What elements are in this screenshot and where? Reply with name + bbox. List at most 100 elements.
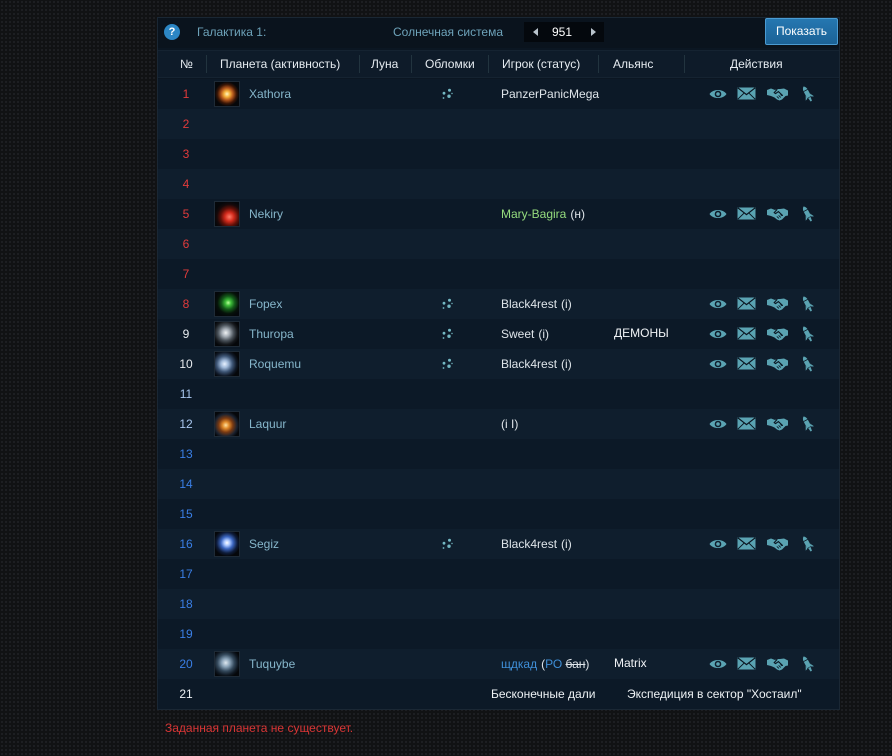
missile-icon[interactable]	[801, 535, 814, 553]
position-number: 3	[182, 147, 190, 161]
planet-thumbnail[interactable]	[214, 201, 240, 227]
handshake-icon[interactable]	[767, 537, 788, 551]
missile-icon[interactable]	[801, 355, 814, 373]
show-button[interactable]: Показать	[765, 18, 838, 45]
envelope-icon[interactable]	[737, 537, 756, 550]
planet-name[interactable]: Roquemu	[249, 349, 301, 379]
player-status: )	[585, 657, 590, 671]
player-cell: PanzerPanicMega	[501, 79, 603, 109]
player-status: (i)	[561, 357, 572, 371]
column-separator	[488, 55, 489, 73]
position-number: 8	[182, 297, 190, 311]
handshake-icon[interactable]	[767, 327, 788, 341]
planet-thumbnail[interactable]	[214, 531, 240, 557]
column-separator	[359, 55, 360, 73]
planet-thumbnail[interactable]	[214, 411, 240, 437]
envelope-icon[interactable]	[737, 417, 756, 430]
handshake-icon[interactable]	[767, 657, 788, 671]
planet-name[interactable]: Nekiry	[249, 199, 283, 229]
eye-icon[interactable]	[709, 208, 727, 220]
galaxy-toolbar: Галактика 1: Солнечная система 951 Показ…	[158, 18, 839, 48]
galaxy-row: 3	[158, 139, 839, 169]
envelope-icon[interactable]	[737, 327, 756, 340]
player-name[interactable]: Black4rest	[501, 297, 557, 311]
player-name[interactable]: Mary-Bagira	[501, 207, 566, 221]
planet-name[interactable]: Tuquybe	[249, 649, 295, 679]
position-number: 7	[182, 267, 190, 281]
handshake-icon[interactable]	[767, 207, 788, 221]
missile-icon[interactable]	[801, 415, 814, 433]
debris-icon[interactable]	[441, 88, 453, 100]
missile-icon[interactable]	[801, 205, 814, 223]
eye-icon[interactable]	[709, 298, 727, 310]
player-cell: Black4rest (i)	[501, 529, 572, 559]
debris-icon[interactable]	[441, 298, 453, 310]
eye-icon[interactable]	[709, 658, 727, 670]
player-name[interactable]: щдкад	[501, 657, 537, 671]
triangle-right-icon[interactable]	[591, 28, 596, 36]
system-number-input[interactable]: 951	[552, 22, 572, 42]
system-selector[interactable]: 951	[524, 22, 604, 42]
galaxy-row: 13	[158, 439, 839, 469]
player-status: РО	[545, 657, 566, 671]
planet-thumbnail[interactable]	[214, 351, 240, 377]
position-number: 14	[179, 477, 193, 491]
handshake-icon[interactable]	[767, 357, 788, 371]
column-separator	[411, 55, 412, 73]
envelope-icon[interactable]	[737, 297, 756, 310]
eye-icon[interactable]	[709, 328, 727, 340]
eye-icon[interactable]	[709, 358, 727, 370]
expedition-name: Бесконечные дали	[491, 687, 596, 701]
debris-icon[interactable]	[441, 538, 453, 550]
position-number: 18	[179, 597, 193, 611]
planet-name[interactable]: Fopex	[249, 289, 282, 319]
planet-thumbnail[interactable]	[214, 81, 240, 107]
error-message: Заданная планета не существует.	[165, 721, 354, 735]
eye-icon[interactable]	[709, 538, 727, 550]
envelope-icon[interactable]	[737, 657, 756, 670]
planet-name[interactable]: Segiz	[249, 529, 279, 559]
player-status: (i)	[561, 537, 572, 551]
missile-icon[interactable]	[801, 655, 814, 673]
planet-thumbnail[interactable]	[214, 321, 240, 347]
column-player: Игрок (статус)	[502, 57, 581, 71]
planet-name[interactable]: Thuropa	[249, 319, 294, 349]
expedition-row: 21 Бесконечные дали Экспедиция в сектор …	[158, 679, 839, 709]
planet-name[interactable]: Laquur	[249, 409, 286, 439]
expedition-mission-link[interactable]: Экспедиция в сектор "Хостаил"	[627, 679, 802, 709]
eye-icon[interactable]	[709, 418, 727, 430]
player-cell: (i I)	[501, 409, 518, 439]
debris-icon[interactable]	[441, 328, 453, 340]
system-label: Солнечная система	[393, 25, 504, 39]
debris-icon[interactable]	[441, 358, 453, 370]
handshake-icon[interactable]	[767, 417, 788, 431]
alliance-name[interactable]: ДЕМОНЫ	[614, 318, 669, 348]
player-name[interactable]: Black4rest	[501, 537, 557, 551]
galaxy-row: 14	[158, 469, 839, 499]
player-name[interactable]: PanzerPanicMega	[501, 87, 599, 101]
planet-thumbnail[interactable]	[214, 291, 240, 317]
planet-thumbnail[interactable]	[214, 651, 240, 677]
handshake-icon[interactable]	[767, 297, 788, 311]
galaxy-row: 6	[158, 229, 839, 259]
planet-name[interactable]: Xathora	[249, 79, 291, 109]
envelope-icon[interactable]	[737, 87, 756, 100]
missile-icon[interactable]	[801, 85, 814, 103]
galaxy-row: 16 Segiz Black4rest (i)	[158, 529, 839, 559]
missile-icon[interactable]	[801, 295, 814, 313]
galaxy-row: 12 Laquur (i I)	[158, 409, 839, 439]
column-actions: Действия	[730, 57, 783, 71]
missile-icon[interactable]	[801, 325, 814, 343]
envelope-icon[interactable]	[737, 207, 756, 220]
triangle-left-icon[interactable]	[533, 28, 538, 36]
handshake-icon[interactable]	[767, 87, 788, 101]
player-name[interactable]: Black4rest	[501, 357, 557, 371]
eye-icon[interactable]	[709, 88, 727, 100]
help-icon[interactable]	[164, 24, 180, 40]
envelope-icon[interactable]	[737, 357, 756, 370]
column-debris: Обломки	[425, 57, 475, 71]
alliance-name[interactable]: Matrix	[614, 648, 647, 678]
player-status: (н)	[570, 207, 585, 221]
player-name[interactable]: Sweet	[501, 327, 534, 341]
position-number: 9	[182, 327, 190, 341]
